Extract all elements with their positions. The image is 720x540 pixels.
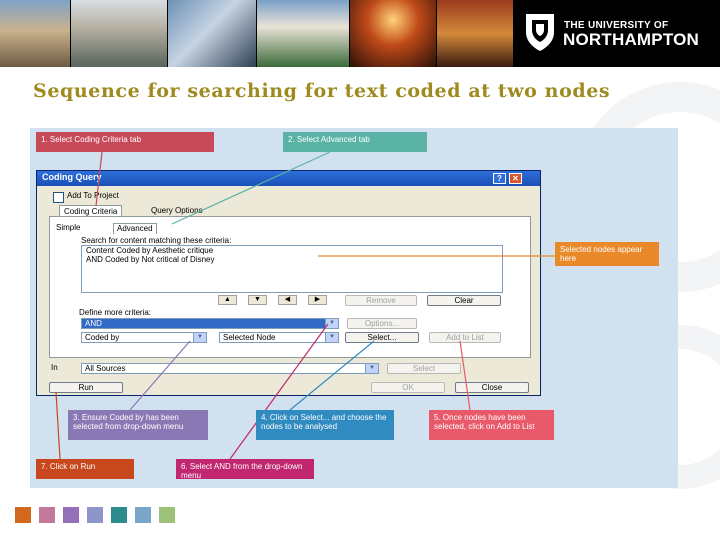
footer-color-square xyxy=(87,507,103,523)
header-banner: THE UNIVERSITY OF NORTHAMPTON xyxy=(0,0,720,67)
move-left-button[interactable]: ◀ xyxy=(278,295,297,305)
footer-color-square xyxy=(159,507,175,523)
criteria-item[interactable]: Content Coded by Aesthetic critique xyxy=(82,246,502,255)
move-right-button[interactable]: ▶ xyxy=(308,295,327,305)
callout-step-1: 1. Select Coding Criteria tab xyxy=(36,132,214,152)
footer-color-square xyxy=(15,507,31,523)
coding-query-dialog: Coding Query ? ✕ Add To Project Coding C… xyxy=(36,170,541,396)
chevron-down-icon[interactable]: ▼ xyxy=(193,333,206,342)
footer-color-square xyxy=(135,507,151,523)
footer-color-square xyxy=(111,507,127,523)
add-to-project-checkbox[interactable] xyxy=(53,192,64,203)
callout-step-5: 5. Once nodes have been selected, click … xyxy=(429,410,554,440)
clear-button[interactable]: Clear xyxy=(427,295,501,306)
callout-selected-nodes: Selected nodes appear here xyxy=(555,242,659,266)
search-criteria-label: Search for content matching these criter… xyxy=(81,236,232,245)
operator-value: AND xyxy=(85,319,102,328)
chevron-down-icon[interactable]: ▼ xyxy=(365,364,378,373)
tab-advanced[interactable]: Advanced xyxy=(113,223,157,234)
sources-select[interactable]: All Sources ▼ xyxy=(81,363,379,374)
campus-photo xyxy=(0,0,70,67)
in-label: In xyxy=(51,363,58,372)
selected-node-select[interactable]: Selected Node ▼ xyxy=(219,332,339,343)
campus-photo xyxy=(71,0,167,67)
dialog-titlebar[interactable]: Coding Query ? ✕ xyxy=(37,171,540,186)
campus-photo xyxy=(437,0,513,67)
tab-coding-criteria[interactable]: Coding Criteria xyxy=(59,205,123,216)
university-logo: THE UNIVERSITY OF NORTHAMPTON xyxy=(514,0,720,67)
campus-photo xyxy=(257,0,349,67)
callout-step-6: 6. Select AND from the drop-down menu xyxy=(176,459,314,480)
northampton-shield-icon xyxy=(526,14,554,51)
criteria-list[interactable]: Content Coded by Aesthetic critique AND … xyxy=(81,245,503,293)
add-to-list-button[interactable]: Add to List xyxy=(429,332,501,343)
help-button[interactable]: ? xyxy=(493,173,506,184)
operator-select[interactable]: AND ▼ xyxy=(81,318,339,329)
options-button[interactable]: Options... xyxy=(347,318,417,329)
run-button[interactable]: Run xyxy=(49,382,123,393)
close-button[interactable]: Close xyxy=(455,382,529,393)
campus-photo xyxy=(168,0,256,67)
university-name-line2: NORTHAMPTON xyxy=(563,30,699,49)
callout-step-2: 2. Select Advanced tab xyxy=(283,132,427,152)
slide-title: Sequence for searching for text coded at… xyxy=(33,80,611,102)
move-up-button[interactable]: ▲ xyxy=(218,295,237,305)
footer-color-square xyxy=(39,507,55,523)
define-criteria-label: Define more criteria: xyxy=(79,308,152,317)
tab-simple[interactable]: Simple xyxy=(53,223,83,233)
coded-by-select[interactable]: Coded by ▼ xyxy=(81,332,207,343)
select-nodes-button[interactable]: Select... xyxy=(345,332,419,343)
add-to-project-label: Add To Project xyxy=(67,191,119,200)
tab-query-options[interactable]: Query Options xyxy=(147,205,207,216)
campus-photo xyxy=(350,0,436,67)
close-icon[interactable]: ✕ xyxy=(509,173,522,184)
in-select-button[interactable]: Select xyxy=(387,363,461,374)
callout-step-3: 3. Ensure Coded by has been selected fro… xyxy=(68,410,208,440)
move-down-button[interactable]: ▼ xyxy=(248,295,267,305)
chevron-down-icon[interactable]: ▼ xyxy=(325,319,338,328)
remove-button[interactable]: Remove xyxy=(345,295,417,306)
callout-step-4: 4. Click on Select... and choose the nod… xyxy=(256,410,394,440)
coded-by-value: Coded by xyxy=(85,333,120,342)
callout-step-7: 7. Click on Run xyxy=(36,459,134,479)
selected-node-value: Selected Node xyxy=(223,333,276,342)
ok-button[interactable]: OK xyxy=(371,382,445,393)
sources-value: All Sources xyxy=(85,364,126,373)
footer-color-square xyxy=(63,507,79,523)
criteria-item[interactable]: AND Coded by Not critical of Disney xyxy=(82,255,502,264)
dialog-title: Coding Query xyxy=(42,172,102,182)
chevron-down-icon[interactable]: ▼ xyxy=(325,333,338,342)
